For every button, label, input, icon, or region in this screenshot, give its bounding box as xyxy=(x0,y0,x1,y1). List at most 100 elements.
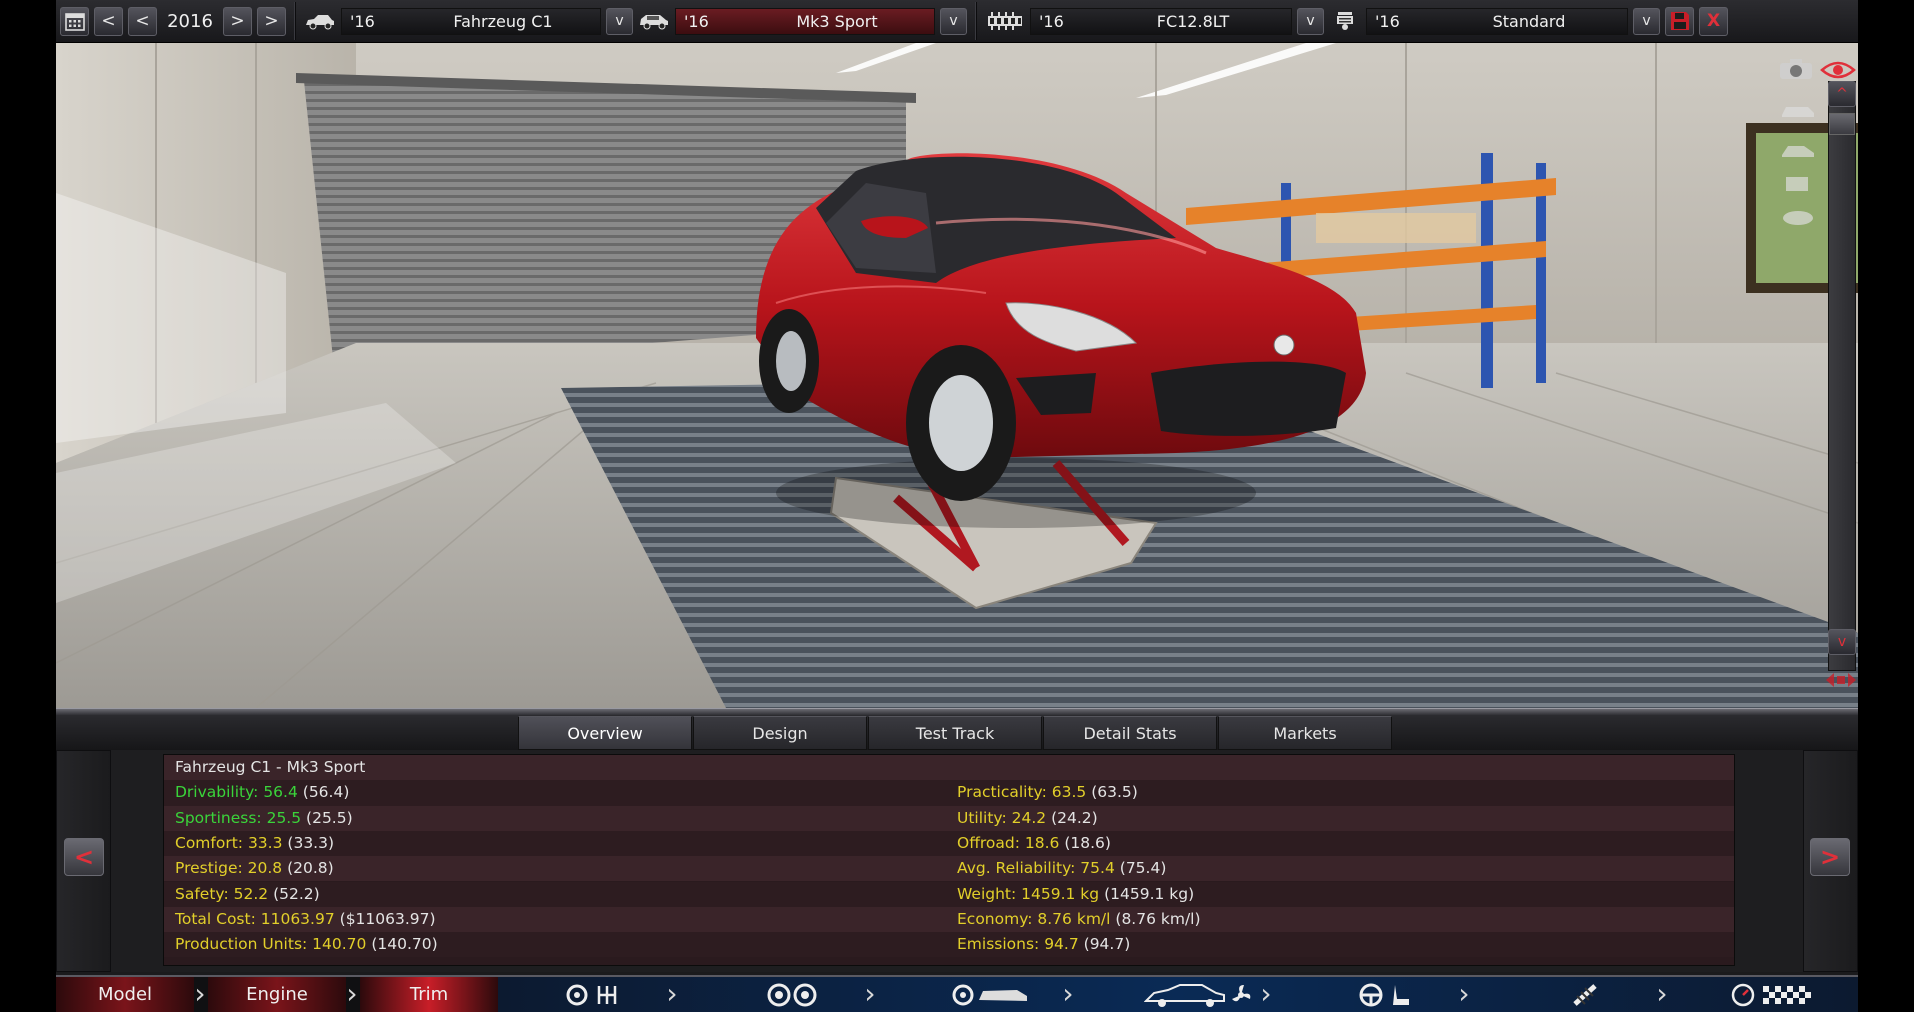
calendar-icon[interactable] xyxy=(60,6,89,36)
stat-previous: (8.76 km/l) xyxy=(1115,909,1201,928)
stat-value: Practicality: 63.5 xyxy=(957,783,1087,802)
stat-previous: (25.5) xyxy=(306,808,353,827)
engine-icon xyxy=(985,8,1025,34)
chevron-right-icon: › xyxy=(1062,977,1074,1010)
stat-safety: Safety: 52.2 (52.2) xyxy=(175,882,320,907)
stat-reliability: Avg. Reliability: 75.4 (75.4) xyxy=(957,856,1166,881)
stats-row xyxy=(164,881,1734,907)
family-year: '16 xyxy=(1375,11,1400,31)
car-view-icon-3[interactable] xyxy=(1780,173,1816,195)
reset-view-icon[interactable] xyxy=(1824,671,1858,689)
top-toolbar: < < 2016 > > '16 Fahrzeug C1 v '16 Mk3 S… xyxy=(56,0,1858,43)
chevron-right-icon: › xyxy=(1656,977,1668,1010)
stat-economy: Economy: 8.76 km/l (8.76 km/l) xyxy=(957,907,1201,932)
engine-dropdown-button[interactable]: v xyxy=(1297,7,1324,35)
app-window: < < 2016 > > '16 Fahrzeug C1 v '16 Mk3 S… xyxy=(0,0,1914,1012)
view-scrollbar-track[interactable] xyxy=(1828,81,1856,671)
car-model-icon xyxy=(304,8,336,34)
design-stage-nav: Model › Engine › Trim › › › › › › xyxy=(56,975,1858,1012)
stat-value: Weight: 1459.1 kg xyxy=(957,884,1100,903)
car-3d-viewport[interactable]: ^ v xyxy=(56,43,1858,708)
family-select[interactable]: '16 Standard xyxy=(1366,7,1628,35)
stat-utility: Utility: 24.2 (24.2) xyxy=(957,806,1098,831)
stats-row xyxy=(164,755,1734,781)
stat-previous: (1459.1 kg) xyxy=(1104,884,1195,903)
stat-sportiness: Sportiness: 25.5 (25.5) xyxy=(175,806,353,831)
family-name: Standard xyxy=(1492,11,1566,31)
camera-icon[interactable] xyxy=(1776,57,1820,81)
stat-previous: (24.2) xyxy=(1051,808,1098,827)
family-dropdown-button[interactable]: v xyxy=(1633,7,1660,35)
piston-icon xyxy=(1329,8,1361,34)
stat-value: Offroad: 18.6 xyxy=(957,833,1060,852)
tab-markets[interactable]: Markets xyxy=(1218,716,1392,750)
car-view-icon-2[interactable] xyxy=(1780,139,1816,161)
engine-year: '16 xyxy=(1039,11,1064,31)
stat-value: Sportiness: 25.5 xyxy=(175,808,302,827)
stat-offroad: Offroad: 18.6 (18.6) xyxy=(957,831,1111,856)
chevron-right-icon: › xyxy=(346,977,358,1010)
close-button[interactable]: X xyxy=(1699,6,1728,36)
year-forward-button[interactable]: > xyxy=(223,6,252,36)
car-fan-icon[interactable] xyxy=(1134,977,1264,1012)
chevron-right-icon: › xyxy=(194,977,206,1010)
trim-select[interactable]: '16 Mk3 Sport xyxy=(675,7,935,35)
year-back-button[interactable]: < xyxy=(128,6,157,36)
stat-previous: (33.3) xyxy=(287,833,335,852)
scroll-up-button[interactable]: ^ xyxy=(1828,81,1856,107)
stats-row xyxy=(164,830,1734,857)
nav-model[interactable]: Model xyxy=(56,977,194,1012)
stat-production-units: Production Units: 140.70 (140.70) xyxy=(175,932,438,957)
model-select[interactable]: '16 Fahrzeug C1 xyxy=(341,7,601,35)
eye-icon[interactable] xyxy=(1820,59,1856,81)
tab-test-track[interactable]: Test Track xyxy=(868,716,1042,750)
tab-design[interactable]: Design xyxy=(693,716,867,750)
stats-row xyxy=(164,780,1734,806)
tab-overview[interactable]: Overview xyxy=(518,716,692,750)
test-drive-icon[interactable] xyxy=(1716,977,1836,1012)
year-display: 2016 xyxy=(167,10,213,32)
tab-detail-stats[interactable]: Detail Stats xyxy=(1043,716,1217,750)
interior-icon[interactable] xyxy=(1332,977,1442,1012)
car-view-icon-4[interactable] xyxy=(1780,206,1816,228)
stat-previous: (52.2) xyxy=(273,884,320,903)
stats-tab-bar: Overview Design Test Track Detail Stats … xyxy=(56,716,1858,750)
nav-engine[interactable]: Engine xyxy=(208,977,346,1012)
model-dropdown-button[interactable]: v xyxy=(606,7,633,35)
stat-value: Comfort: 33.3 xyxy=(175,833,283,852)
brakes-body-icon[interactable] xyxy=(936,977,1046,1012)
car-title: Fahrzeug C1 - Mk3 Sport xyxy=(175,758,366,776)
stat-value: Safety: 52.2 xyxy=(175,884,269,903)
stat-value: Production Units: 140.70 xyxy=(175,935,367,954)
year-back-fast-button[interactable]: < xyxy=(94,6,123,36)
scroll-down-button[interactable]: v xyxy=(1828,629,1856,655)
year-forward-fast-button[interactable]: > xyxy=(257,6,286,36)
car-view-icon-1[interactable] xyxy=(1780,99,1816,121)
wheels-icon[interactable] xyxy=(738,977,848,1012)
stat-practicality: Practicality: 63.5 (63.5) xyxy=(957,780,1138,805)
stat-total-cost: Total Cost: 11063.97 ($11063.97) xyxy=(175,907,436,932)
model-name: Fahrzeug C1 xyxy=(453,11,553,31)
stat-value: Emissions: 94.7 xyxy=(957,935,1079,954)
stat-value: Total Cost: 11063.97 xyxy=(175,909,335,928)
nav-trim[interactable]: Trim xyxy=(360,977,498,1012)
car-trim-icon xyxy=(638,8,670,34)
stat-weight: Weight: 1459.1 kg (1459.1 kg) xyxy=(957,882,1194,907)
save-icon[interactable] xyxy=(1665,6,1694,36)
prev-page-button[interactable]: < xyxy=(64,838,104,876)
stat-value: Drivability: 56.4 xyxy=(175,783,298,802)
chevron-right-icon: › xyxy=(864,977,876,1010)
trim-year: '16 xyxy=(684,11,709,31)
stats-row xyxy=(164,805,1734,831)
engine-name: FC12.8LT xyxy=(1156,11,1230,31)
next-page-button[interactable]: > xyxy=(1810,838,1850,876)
engine-select[interactable]: '16 FC12.8LT xyxy=(1030,7,1292,35)
scroll-thumb[interactable] xyxy=(1829,113,1855,135)
trim-dropdown-button[interactable]: v xyxy=(940,7,967,35)
trim-name: Mk3 Sport xyxy=(796,11,878,31)
chevron-right-icon: › xyxy=(1458,977,1470,1010)
stat-comfort: Comfort: 33.3 (33.3) xyxy=(175,831,334,856)
gearbox-icon[interactable] xyxy=(540,977,650,1012)
suspension-icon[interactable] xyxy=(1530,977,1640,1012)
stats-table: Fahrzeug C1 - Mk3 Sport Drivability: 56.… xyxy=(163,754,1735,966)
